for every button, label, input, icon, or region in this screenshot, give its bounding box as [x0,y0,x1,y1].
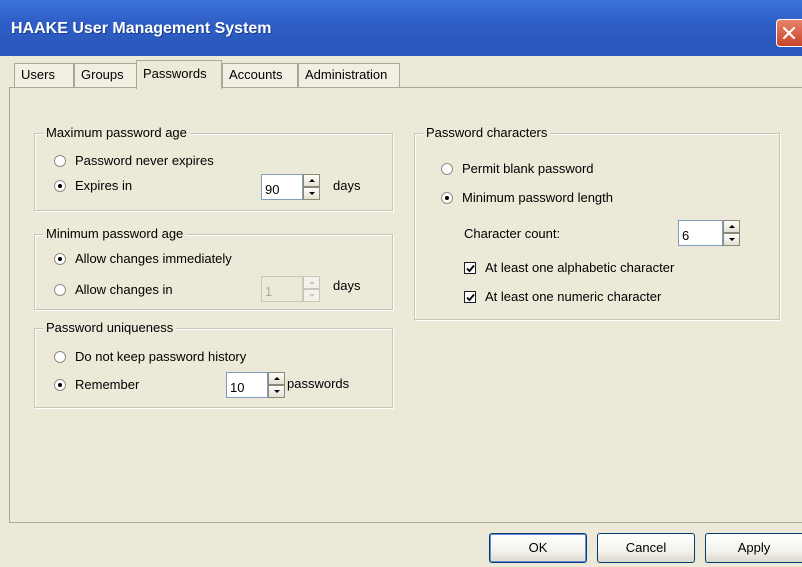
close-button[interactable] [776,19,802,47]
allow-changes-in-radio[interactable]: Allow changes in [54,282,173,297]
window-title: HAAKE User Management System [11,20,272,37]
alphabetic-checkbox[interactable]: At least one alphabetic character [464,260,674,275]
character-count-spinner[interactable] [678,220,740,246]
check-icon [466,264,475,272]
group-title: Minimum password age [43,226,187,241]
uniqueness-group: Password uniqueness Do not keep password… [34,320,393,408]
numeric-checkbox[interactable]: At least one numeric character [464,289,661,304]
ok-button[interactable]: OK [489,533,587,563]
spinner-buttons [723,220,740,246]
never-expires-radio[interactable]: Password never expires [54,153,214,168]
title-bar: HAAKE User Management System [0,0,802,56]
character-count-input[interactable] [678,220,723,246]
radio-label: Minimum password length [462,190,614,205]
expires-days-input[interactable] [261,174,303,200]
radio-indicator [54,350,66,363]
passwords-unit-label: passwords [287,376,350,391]
min-days-input[interactable] [261,276,303,302]
remember-radio[interactable]: Remember [54,377,139,392]
apply-button[interactable]: Apply [705,533,802,563]
allow-immediately-radio[interactable]: Allow changes immediately [54,251,232,266]
group-title: Maximum password age [43,125,190,140]
spin-up-button[interactable] [723,220,740,233]
tab-label: Groups [81,67,124,82]
checkbox-indicator [464,290,476,303]
radio-indicator [54,179,66,192]
max-age-group: Maximum password age Password never expi… [34,125,393,211]
cancel-button[interactable]: Cancel [597,533,695,563]
spin-up-button[interactable] [268,372,285,385]
radio-label: Expires in [75,178,133,193]
days-unit-label: days [333,178,361,193]
spin-down-button[interactable] [723,233,740,246]
min-age-group: Minimum password age Allow changes immed… [34,226,393,310]
tab-label: Administration [305,67,388,82]
spin-up-button[interactable] [303,174,320,187]
radio-label: Remember [75,377,140,392]
spinner-buttons [303,174,320,200]
no-history-radio[interactable]: Do not keep password history [54,349,246,364]
tab-administration[interactable]: Administration [298,63,400,87]
radio-label: Password never expires [75,153,214,168]
radio-label: Do not keep password history [75,349,247,364]
radio-indicator [441,162,453,175]
permit-blank-radio[interactable]: Permit blank password [441,161,594,176]
radio-indicator [54,283,66,296]
checkbox-indicator [464,261,476,274]
spinner-buttons [268,372,285,398]
spin-down-button[interactable] [268,385,285,398]
expires-days-spinner[interactable] [261,174,320,200]
expires-in-radio[interactable]: Expires in [54,178,132,193]
tab-passwords[interactable]: Passwords [136,60,222,89]
radio-label: Allow changes in [75,282,173,297]
radio-label: Allow changes immediately [75,251,232,266]
radio-indicator [441,191,453,204]
min-days-spinner[interactable] [261,276,320,302]
group-title: Password uniqueness [43,320,177,335]
tab-label: Accounts [229,67,283,82]
characters-group: Password characters Permit blank passwor… [414,125,780,320]
passwords-tab-page: Maximum password age Password never expi… [9,87,802,523]
spin-up-button[interactable] [303,276,320,289]
checkbox-label: At least one numeric character [485,289,662,304]
check-icon [466,293,475,301]
tab-users[interactable]: Users [14,63,74,87]
history-count-spinner[interactable] [226,372,285,398]
history-count-input[interactable] [226,372,268,398]
tab-groups[interactable]: Groups [74,63,138,87]
spinner-buttons [303,276,320,302]
radio-indicator [54,154,66,167]
checkbox-label: At least one alphabetic character [485,260,675,275]
tab-label: Passwords [143,66,207,81]
spin-down-button[interactable] [303,289,320,302]
tab-accounts[interactable]: Accounts [222,63,298,87]
radio-indicator [54,252,66,265]
character-count-label: Character count: [464,226,561,241]
days-unit-label: days [333,278,361,293]
group-title: Password characters [423,125,551,140]
radio-indicator [54,378,66,391]
min-length-radio[interactable]: Minimum password length [441,190,613,205]
spin-down-button[interactable] [303,187,320,200]
radio-label: Permit blank password [462,161,594,176]
tab-label: Users [21,67,55,82]
